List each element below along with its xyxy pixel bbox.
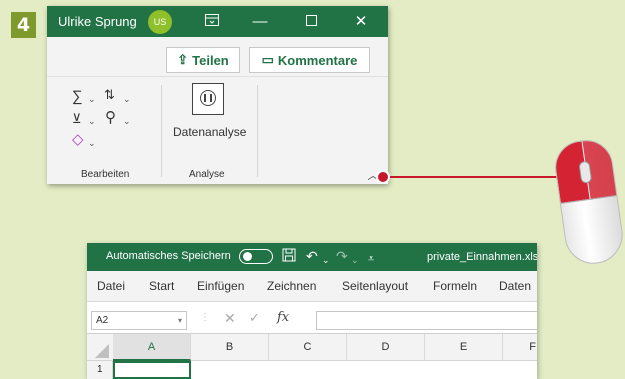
column-header-c[interactable]: C (269, 334, 347, 361)
close-button[interactable]: ✕ (346, 10, 376, 34)
title-bar: Ulrike Sprung US — ✕ (47, 6, 388, 37)
column-header-e[interactable]: E (425, 334, 503, 361)
column-header-a[interactable]: A (113, 334, 191, 361)
excel-ribbon-window: Ulrike Sprung US — ✕ ⇪ Teilen ▭ Kommenta… (47, 6, 388, 184)
avatar[interactable]: US (148, 10, 172, 34)
confirm-entry-icon[interactable]: ✓ (249, 310, 260, 326)
row-header-1[interactable]: 1 (87, 361, 113, 379)
mouse-left-click-icon (551, 136, 625, 268)
column-header-b[interactable]: B (191, 334, 269, 361)
name-box-value: A2 (96, 315, 109, 326)
insert-function-icon[interactable]: fx (277, 310, 289, 325)
redo-icon[interactable]: ↷ (336, 248, 348, 264)
formula-bar: A2 ▾ ⋮ ✕ ✓ fx (87, 302, 537, 334)
tab-file[interactable]: Datei (97, 279, 125, 293)
group-divider (257, 85, 258, 177)
find-icon[interactable]: ⚲ (105, 110, 116, 126)
file-name: private_Einnahmen.xls (427, 251, 537, 263)
excel-window: Automatisches Speichern ↶ ⌄ ↷ ⌄ ⩡ privat… (87, 243, 537, 379)
autosave-toggle[interactable] (239, 249, 273, 264)
comments-button[interactable]: ▭ Kommentare (249, 47, 370, 73)
title-bar: Automatisches Speichern ↶ ⌄ ↷ ⌄ ⩡ privat… (87, 243, 537, 271)
step-number-badge: 4 (11, 12, 36, 38)
save-icon[interactable] (282, 248, 296, 265)
group-label-analysis: Analyse (189, 169, 225, 180)
chevron-down-icon[interactable]: ⌄ (88, 135, 96, 151)
comment-icon: ▭ (261, 52, 274, 67)
tab-page-layout[interactable]: Seitenlayout (342, 279, 408, 293)
select-all-corner[interactable] (95, 344, 109, 358)
share-button[interactable]: ⇪ Teilen (166, 47, 240, 73)
chevron-down-icon[interactable]: ⌄ (123, 91, 131, 107)
cancel-entry-icon[interactable]: ✕ (224, 310, 236, 327)
formula-input[interactable] (316, 311, 537, 330)
chevron-down-icon[interactable]: ⌄ (351, 252, 359, 268)
ribbon-display-options-icon[interactable] (197, 10, 227, 34)
chevron-down-icon[interactable]: ⌄ (88, 91, 96, 107)
data-analysis-icon[interactable] (192, 83, 224, 115)
sort-filter-icon[interactable]: ⇅ (104, 87, 115, 103)
formula-bar-grip-icon: ⋮ (200, 312, 210, 323)
column-header-f[interactable]: F (503, 334, 537, 361)
name-box[interactable]: A2 ▾ (91, 311, 187, 330)
comments-label: Kommentare (277, 52, 358, 68)
tab-draw[interactable]: Zeichnen (267, 279, 316, 293)
customize-quick-access-icon[interactable]: ⩡ (368, 251, 374, 267)
clear-eraser-icon[interactable]: ◇ (72, 132, 84, 148)
callout-line (383, 176, 563, 178)
fill-icon[interactable]: ⊻ (72, 111, 82, 127)
tab-insert[interactable]: Einfügen (197, 279, 244, 293)
undo-icon[interactable]: ↶ (306, 248, 318, 264)
data-analysis-button-label[interactable]: Datenanalyse (173, 125, 246, 139)
tab-formulas[interactable]: Formeln (433, 279, 477, 293)
toggle-knob (243, 252, 252, 261)
tab-home[interactable]: Start (149, 279, 174, 293)
column-header-d[interactable]: D (347, 334, 425, 361)
tab-data[interactable]: Daten (499, 279, 531, 293)
active-cell[interactable] (113, 361, 191, 379)
column-headers: A B C D E F (87, 334, 537, 361)
autosum-icon[interactable]: ∑ (72, 89, 83, 105)
group-label-edit: Bearbeiten (81, 169, 130, 180)
minimize-button[interactable]: — (245, 10, 275, 34)
callout-dot (376, 170, 390, 184)
maximize-button[interactable] (296, 10, 326, 34)
chevron-down-icon[interactable]: ⌄ (322, 252, 330, 268)
group-divider (161, 85, 162, 177)
user-name[interactable]: Ulrike Sprung (58, 14, 137, 29)
share-icon: ⇪ (177, 52, 189, 67)
ribbon-body: ∑ ⌄ ⇅ ⌄ ⊻ ⌄ ⚲ ⌄ ◇ ⌄ Bearbeiten Datenanal… (47, 76, 388, 184)
chart-bars-shape (204, 94, 212, 102)
autosave-label: Automatisches Speichern (106, 250, 231, 262)
share-label: Teilen (192, 52, 229, 68)
ribbon-tabs: Datei Start Einfügen Zeichnen Seitenlayo… (87, 271, 537, 302)
chevron-down-icon[interactable]: ⌄ (88, 113, 96, 129)
chevron-down-icon[interactable]: ⌄ (123, 113, 131, 129)
chevron-down-icon[interactable]: ▾ (178, 312, 182, 329)
